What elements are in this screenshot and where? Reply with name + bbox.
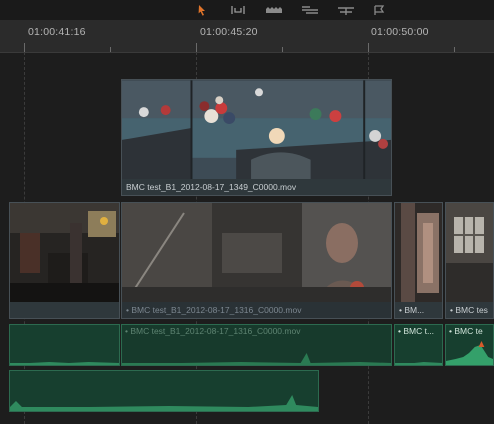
clip-label: • BMC test_B1_2012-08-17_1316_C0000.mov [125,326,301,336]
timecode-ruler[interactable]: 01:00:41:16 01:00:45:20 01:00:50:00 [0,20,494,53]
clip-label: • BMC test_B1_2012-08-17_1316_C0000.mov [122,302,391,318]
linked-selection-icon[interactable] [334,3,358,17]
video-clip[interactable]: BMC test_B1_2012-08-17_1349_C0000.mov [121,79,392,196]
timecode-label: 01:00:50:00 [371,26,429,38]
window-thumbnail [446,203,493,303]
selection-tool-icon[interactable] [190,3,214,17]
audio-waveform [395,362,442,365]
video-clip[interactable]: • BMC test_B1_2012-08-17_1316_C0000.mov [121,202,392,319]
ruler-tick [368,43,369,52]
clip-thumbnails [122,80,391,180]
audio-clip[interactable]: • BMC t... [394,324,443,366]
ruler-tick [282,47,283,52]
ruler-tick [24,43,25,52]
flag-icon[interactable] [368,3,392,17]
audio-clip[interactable]: • BMC te [445,324,494,366]
video-clip[interactable]: • BMC tes [445,202,494,319]
audio-waveform [122,353,391,365]
timecode-label: 01:00:41:16 [28,26,86,38]
trim-tool-icon[interactable] [226,3,250,17]
clip-label: • BMC t... [398,326,435,336]
clip-label: BMC test_B1_2012-08-17_1349_C0000.mov [122,179,391,195]
video-clip[interactable] [9,202,120,319]
clip-label: • BM... [395,302,442,318]
blade-tool-icon[interactable] [262,3,286,17]
timeline-toolbar [0,0,494,20]
audio-clip[interactable] [9,370,319,412]
audio-waveform [446,341,493,365]
audio-clip[interactable]: • BMC test_B1_2012-08-17_1316_C0000.mov [121,324,392,366]
clip-label: • BMC te [449,326,483,336]
audio-waveform [10,395,318,411]
player-thumbnail [122,203,391,303]
clip-label: • BMC tes [446,302,493,318]
video-clip[interactable]: • BM... [394,202,443,319]
pool-table-thumbnail [122,80,391,180]
room-thumbnail [10,203,119,303]
audio-clip[interactable] [9,324,120,366]
ruler-tick [110,47,111,52]
clip-label [10,302,119,318]
ruler-tick [454,47,455,52]
ruler-tick [196,43,197,52]
closeup-thumbnail [395,203,442,303]
timecode-label: 01:00:45:20 [200,26,258,38]
audio-waveform [10,362,119,365]
snapping-icon[interactable] [298,3,322,17]
